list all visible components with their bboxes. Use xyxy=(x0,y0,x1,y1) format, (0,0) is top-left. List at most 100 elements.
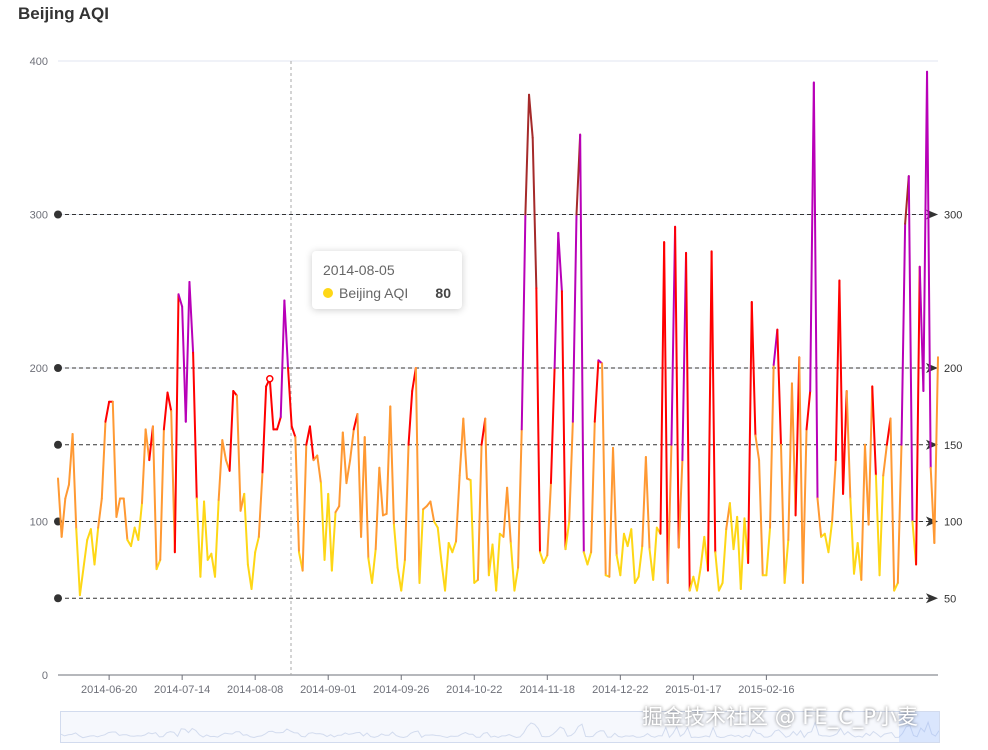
series-segment xyxy=(502,486,509,538)
series-segment xyxy=(915,265,921,566)
series-segment xyxy=(78,566,85,597)
series-segment xyxy=(407,390,414,446)
series-segment xyxy=(378,466,384,517)
series-segment xyxy=(151,425,158,571)
series-segment xyxy=(728,502,735,551)
series-segment xyxy=(721,528,728,584)
y-tick-label: 300 xyxy=(30,210,48,222)
series-segment xyxy=(418,508,425,584)
series-segment xyxy=(403,443,410,561)
series-line[interactable] xyxy=(57,70,939,597)
series-segment xyxy=(166,391,173,412)
series-segment xyxy=(60,497,67,538)
series-segment xyxy=(199,500,206,578)
series-segment xyxy=(801,428,808,584)
series-segment xyxy=(696,566,702,592)
x-tick-label: 2015-02-16 xyxy=(738,684,794,696)
series-segment xyxy=(630,528,636,584)
series-segment xyxy=(469,479,476,584)
series-segment xyxy=(283,299,290,369)
series-segment xyxy=(926,70,932,469)
series-segment xyxy=(874,474,881,577)
series-segment xyxy=(184,281,191,423)
series-segment xyxy=(476,443,483,581)
series-segment xyxy=(586,551,593,566)
series-segment xyxy=(495,532,501,592)
series-segment xyxy=(327,492,333,572)
series-segment xyxy=(159,428,165,561)
series-segment xyxy=(458,417,465,477)
series-segment xyxy=(279,299,286,419)
series-segment xyxy=(444,541,450,592)
series-segment xyxy=(758,459,764,577)
series-segment xyxy=(188,281,195,354)
y-tick-label: 100 xyxy=(30,517,48,529)
series-segment xyxy=(301,443,308,572)
series-segment xyxy=(104,400,111,423)
series-segment xyxy=(608,446,615,578)
mark-line-start-dot xyxy=(54,440,62,449)
series-segment xyxy=(739,517,746,591)
series-segment xyxy=(294,436,300,554)
series-segment xyxy=(560,290,567,551)
series-segment xyxy=(254,535,260,554)
series-segment xyxy=(677,459,684,549)
series-segment xyxy=(787,382,793,541)
series-segment xyxy=(871,385,877,477)
series-segment xyxy=(455,474,461,543)
series-segment xyxy=(392,523,399,569)
x-tick-label: 2014-10-22 xyxy=(446,684,502,696)
series-segment xyxy=(612,446,618,557)
series-segment xyxy=(484,417,490,577)
series-segment xyxy=(433,520,439,529)
series-segment xyxy=(549,367,556,485)
series-segment xyxy=(97,497,103,529)
series-segment xyxy=(217,439,224,502)
series-segment xyxy=(542,554,549,564)
series-segment xyxy=(520,213,527,431)
x-tick-label: 2014-11-18 xyxy=(520,684,575,696)
series-segment xyxy=(637,545,644,578)
series-segment xyxy=(345,459,352,485)
y-tick-label: 400 xyxy=(30,56,48,68)
series-segment xyxy=(849,497,856,575)
series-segment xyxy=(812,81,819,500)
series-segment xyxy=(385,405,392,515)
series-segment xyxy=(714,551,720,592)
series-segment xyxy=(765,526,772,577)
series-segment xyxy=(341,431,348,485)
series-segment xyxy=(89,528,96,566)
series-segment xyxy=(400,558,406,592)
series-color-dot xyxy=(323,288,333,298)
series-segment xyxy=(593,359,600,423)
series-segment xyxy=(685,251,691,592)
series-segment xyxy=(429,500,436,523)
series-segment xyxy=(663,241,669,584)
series-segment xyxy=(451,540,458,554)
series-segment xyxy=(257,471,264,538)
series-segment xyxy=(747,300,753,564)
series-segment xyxy=(834,279,841,462)
tooltip-date: 2014-08-05 xyxy=(323,262,395,278)
x-tick-label: 2014-09-01 xyxy=(300,684,356,696)
mark-line-start-dot xyxy=(54,210,62,219)
series-segment xyxy=(590,420,596,554)
series-segment xyxy=(652,526,658,581)
series-segment xyxy=(144,428,151,462)
series-segment xyxy=(235,394,242,512)
series-segment xyxy=(776,328,782,446)
series-segment xyxy=(140,428,147,505)
x-tick-label: 2014-09-26 xyxy=(373,684,429,696)
series-segment xyxy=(538,551,545,564)
series-segment xyxy=(601,362,607,577)
series-segment xyxy=(130,526,136,548)
mark-line-label: 150 xyxy=(944,440,962,452)
series-segment xyxy=(553,231,560,369)
tooltip: 2014-08-05 Beijing AQI 80 xyxy=(312,251,462,309)
series-segment xyxy=(546,482,552,557)
tooltip-value: 80 xyxy=(435,285,451,301)
series-segment xyxy=(162,391,169,431)
series-segment xyxy=(816,497,823,538)
series-segment xyxy=(371,548,377,584)
series-segment xyxy=(644,456,651,551)
